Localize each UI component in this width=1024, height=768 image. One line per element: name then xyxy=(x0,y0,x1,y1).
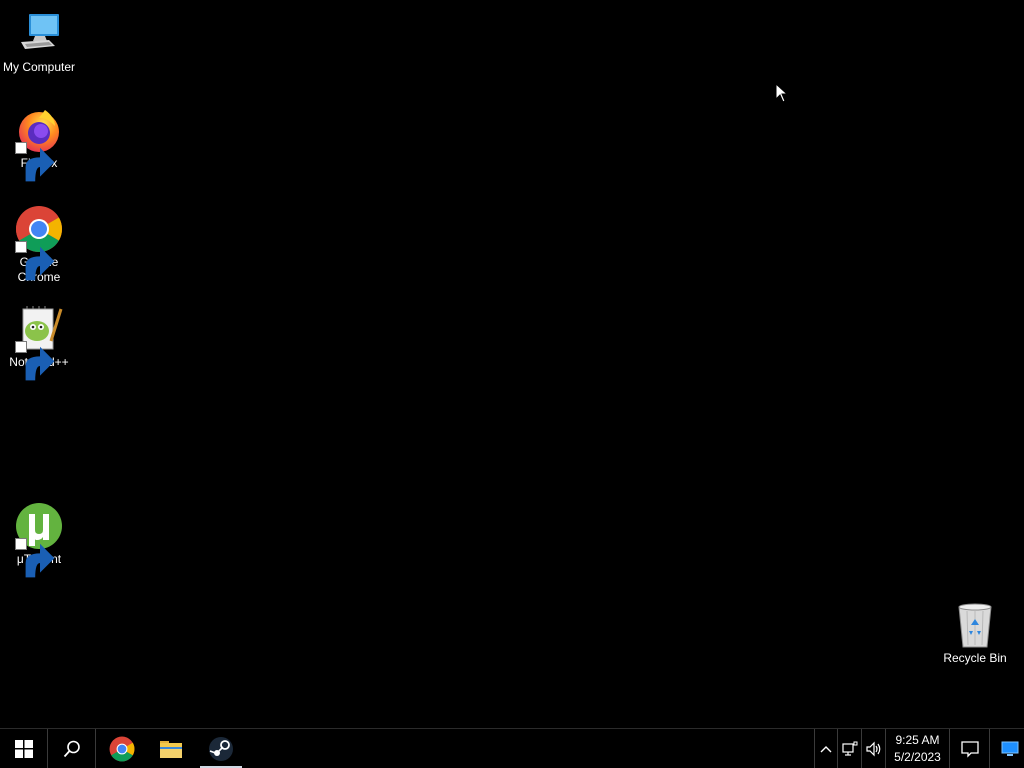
volume-tray-button[interactable] xyxy=(862,729,886,768)
search-button[interactable] xyxy=(48,729,96,768)
chrome-icon xyxy=(109,736,135,761)
shortcut-arrow-icon xyxy=(15,341,55,381)
steam-icon xyxy=(209,736,233,761)
chrome-icon xyxy=(15,205,63,281)
shortcut-arrow-icon xyxy=(15,538,55,578)
desktop-icon-my-computer[interactable]: My Computer xyxy=(1,10,77,75)
desktop-icon-label: Recycle Bin xyxy=(943,651,1007,665)
desktop-icon-utorrent[interactable]: μTorrent xyxy=(1,502,77,578)
desktop-icon-notepadpp[interactable]: Notepad++ xyxy=(1,305,77,381)
search-icon xyxy=(63,740,80,757)
clock-time: 9:25 AM xyxy=(895,733,940,747)
action-center-icon xyxy=(960,740,979,758)
firefox-icon xyxy=(15,106,63,182)
show-hidden-icons-button[interactable] xyxy=(814,729,838,768)
show-desktop-button[interactable] xyxy=(996,729,1024,768)
mouse-cursor-icon xyxy=(775,83,789,103)
notepadpp-icon xyxy=(15,305,63,381)
utorrent-icon xyxy=(15,502,63,578)
taskbar-app-steam[interactable] xyxy=(198,729,244,768)
clock[interactable]: 9:25 AM 5/2/2023 xyxy=(886,729,950,768)
clock-date: 5/2/2023 xyxy=(894,750,941,764)
desktop[interactable]: My Computer Firefox xyxy=(0,0,1024,728)
action-center-button[interactable] xyxy=(950,729,990,768)
desktop-icon-google-chrome[interactable]: Google Chrome xyxy=(1,205,77,285)
start-button[interactable] xyxy=(0,729,48,768)
windows-logo-icon xyxy=(14,739,33,758)
folder-icon xyxy=(160,740,182,758)
desktop-icon-label: My Computer xyxy=(2,60,76,74)
desktop-icon-recycle-bin[interactable]: Recycle Bin xyxy=(937,601,1013,666)
chevron-up-icon xyxy=(820,745,832,752)
recycle-bin-icon xyxy=(951,601,999,649)
show-desktop-icon xyxy=(1001,741,1019,756)
taskbar-app-file-explorer[interactable] xyxy=(147,729,195,768)
shortcut-arrow-icon xyxy=(15,241,55,281)
network-icon xyxy=(841,741,857,756)
network-tray-button[interactable] xyxy=(838,729,862,768)
computer-icon xyxy=(15,10,63,58)
desktop-icon-firefox[interactable]: Firefox xyxy=(1,106,77,182)
volume-icon xyxy=(865,741,880,756)
shortcut-arrow-icon xyxy=(15,142,55,182)
taskbar-app-google-chrome[interactable] xyxy=(98,729,146,768)
taskbar: 9:25 AM 5/2/2023 xyxy=(0,728,1024,768)
